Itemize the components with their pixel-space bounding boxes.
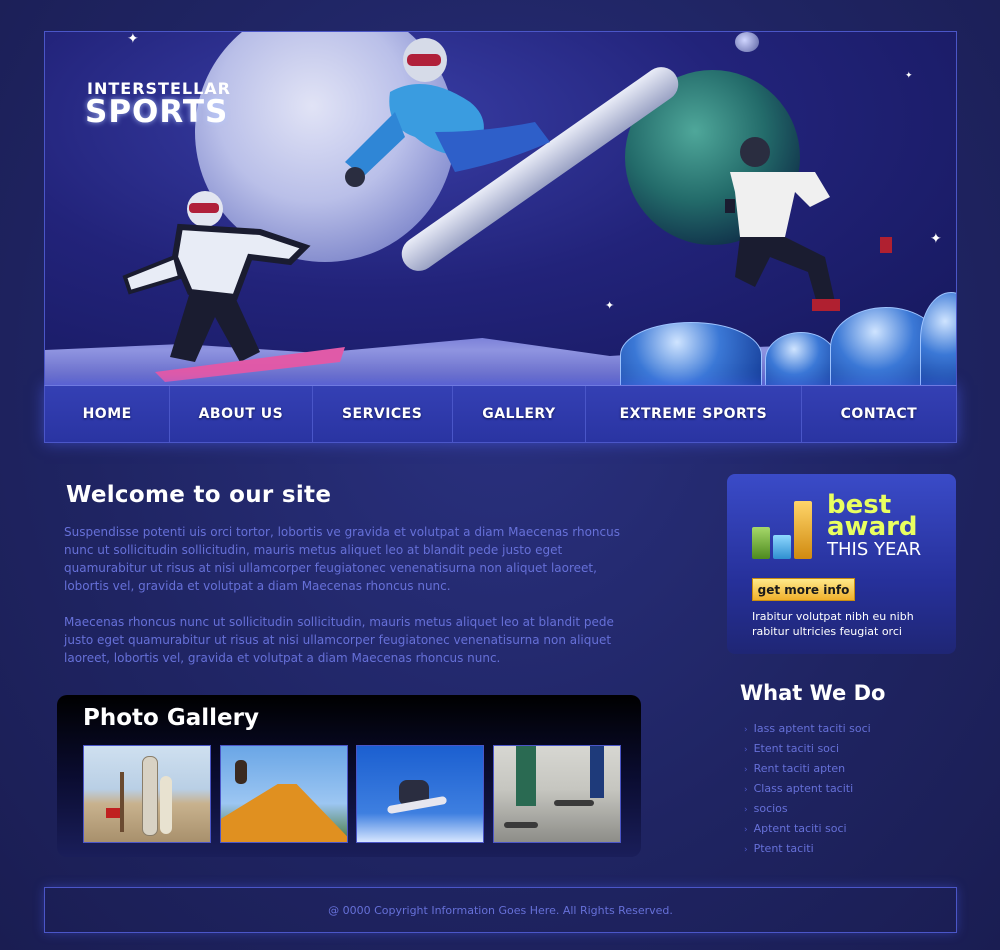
skate-ramp-photo[interactable] (220, 745, 348, 843)
chevron-right-icon: › (744, 745, 748, 755)
chevron-right-icon: › (744, 845, 748, 855)
logo-main-line: SPORTS (85, 94, 229, 130)
street-skateboard-photo[interactable] (493, 745, 621, 843)
dome-graphic (920, 292, 956, 386)
gallery-title: Photo Gallery (83, 705, 259, 731)
nav-gallery[interactable]: GALLERY (453, 386, 587, 442)
snowboarder-figure (345, 38, 550, 187)
list-item[interactable]: › Etent taciti soci (744, 740, 871, 760)
star-icon: ✦ (930, 231, 942, 247)
dome-graphic (765, 332, 837, 386)
nav-services[interactable]: SERVICES (313, 386, 453, 442)
award-description: Irabitur volutpat nibh eu nibh rabitur u… (752, 610, 914, 638)
list-item-label: Aptent taciti soci (753, 822, 847, 835)
inline-skater-figure (725, 137, 892, 311)
footer: @ 0000 Copyright Information Goes Here. … (44, 887, 957, 933)
star-icon: ✦ (127, 31, 139, 47)
nav-extreme-sports[interactable]: EXTREME SPORTS (586, 386, 802, 442)
list-item[interactable]: › Rent taciti apten (744, 760, 871, 780)
beach-surfboards-photo[interactable] (83, 745, 211, 843)
snowboarder-figure (122, 191, 345, 382)
award-award-text: award (827, 512, 918, 542)
nav-contact[interactable]: CONTACT (802, 386, 956, 442)
chevron-right-icon: › (744, 765, 748, 775)
what-we-do-title: What We Do (740, 681, 886, 705)
snowboard-jump-photo[interactable] (356, 745, 484, 843)
chevron-right-icon: › (744, 825, 748, 835)
star-icon: ✦ (905, 71, 913, 81)
list-item[interactable]: › socios (744, 800, 871, 820)
welcome-paragraph-2: Maecenas rhoncus nunc ut sollicitudin so… (64, 615, 614, 665)
get-more-info-button[interactable]: get more info (752, 578, 855, 601)
header-banner: ✦ ✦ ✦ ✦ ✦ INTERSTELLAR SPORTS (44, 31, 957, 386)
list-item[interactable]: › Iass aptent taciti soci (744, 720, 871, 740)
photo-gallery: Photo Gallery (57, 695, 641, 857)
award-year-text: THIS YEAR (827, 539, 922, 560)
chevron-right-icon: › (744, 805, 748, 815)
award-box: best award THIS YEAR get more info Irabi… (727, 474, 956, 654)
list-item-label: Ptent taciti (753, 842, 814, 855)
list-item-label: Etent taciti soci (753, 742, 840, 755)
nav-home[interactable]: HOME (45, 386, 171, 442)
welcome-title: Welcome to our site (66, 482, 332, 508)
list-item-label: Iass aptent taciti soci (753, 722, 871, 735)
footer-copyright: @ 0000 Copyright Information Goes Here. … (328, 903, 673, 917)
chevron-right-icon: › (744, 725, 748, 735)
list-item-label: Rent taciti apten (753, 762, 846, 775)
nav-about-us[interactable]: ABOUT US (170, 386, 313, 442)
dome-graphic (620, 322, 762, 386)
welcome-paragraph-1: Suspendisse potenti uis orci tortor, lob… (64, 525, 620, 593)
bar-chart-icon (752, 499, 816, 559)
chevron-right-icon: › (744, 785, 748, 795)
what-we-do-list: › Iass aptent taciti soci › Etent taciti s… (744, 720, 871, 860)
star-icon: ✦ (605, 299, 615, 312)
list-item[interactable]: › Aptent taciti soci (744, 820, 871, 840)
main-navigation: HOME ABOUT US SERVICES GALLERY EXTREME S… (44, 385, 957, 443)
list-item[interactable]: › Class aptent taciti (744, 780, 871, 800)
list-item-label: Class aptent taciti (753, 782, 854, 795)
list-item-label: socios (753, 802, 788, 815)
small-planet-graphic (735, 32, 759, 52)
list-item[interactable]: › Ptent taciti (744, 840, 871, 860)
